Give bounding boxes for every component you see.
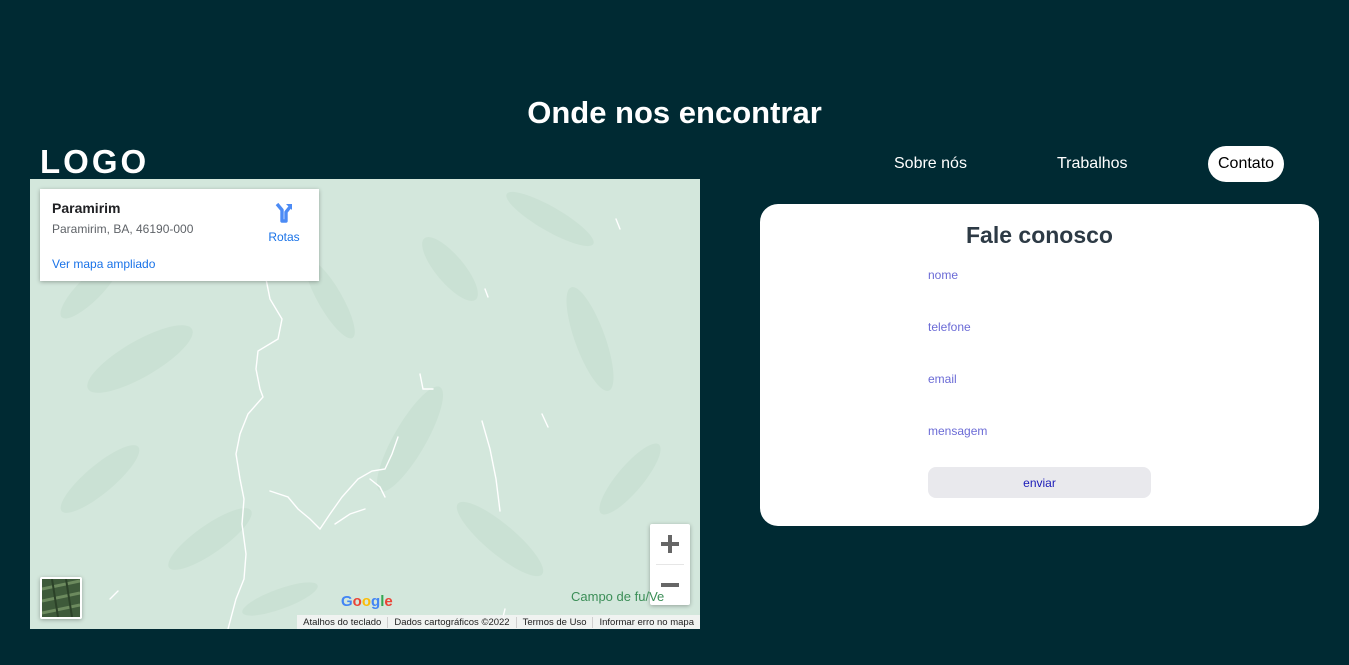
terms-link[interactable]: Termos de Uso [515,616,593,628]
view-larger-map-link[interactable]: Ver mapa ampliado [52,257,155,271]
directions-icon [275,202,292,223]
satellite-thumbnail-icon [42,579,80,617]
contact-form: Fale conosco enviar [760,204,1319,526]
report-error-link[interactable]: Informar erro no mapa [592,616,700,628]
map-attribution-bar: Atalhos do teclado Dados cartográficos ©… [297,615,700,629]
embedded-map[interactable]: Paramirim Paramirim, BA, 46190-000 Ver m… [30,179,700,629]
satellite-layer-toggle[interactable] [40,577,82,619]
nav-item-contato[interactable]: Contato [1208,146,1285,182]
map-data-credit: Dados cartográficos ©2022 [387,616,515,628]
phone-field[interactable] [928,316,1151,338]
message-field[interactable] [928,420,1151,442]
zoom-in-button[interactable] [650,524,690,564]
plus-icon [661,535,679,553]
email-field[interactable] [928,368,1151,390]
place-address: Paramirim, BA, 46190-000 [52,222,194,236]
keyboard-shortcuts-link[interactable]: Atalhos do teclado [297,617,387,628]
map-place-label: Campo de fu/Ve [571,589,665,604]
google-logo: Google [341,593,393,610]
place-info-card: Paramirim Paramirim, BA, 46190-000 Ver m… [40,189,319,281]
section-title: Onde nos encontrar [527,95,822,130]
send-button[interactable]: enviar [928,467,1151,498]
place-name: Paramirim [52,200,121,216]
directions-label: Rotas [268,230,300,244]
nav-item-trabalhos[interactable]: Trabalhos [1057,146,1128,182]
nav-item-sobre-nos[interactable]: Sobre nós [894,146,967,182]
directions-button[interactable]: Rotas [262,201,306,244]
main-nav: Sobre nós Trabalhos Contato [0,146,1349,182]
name-field[interactable] [928,264,1151,286]
contact-title: Fale conosco [966,222,1113,248]
